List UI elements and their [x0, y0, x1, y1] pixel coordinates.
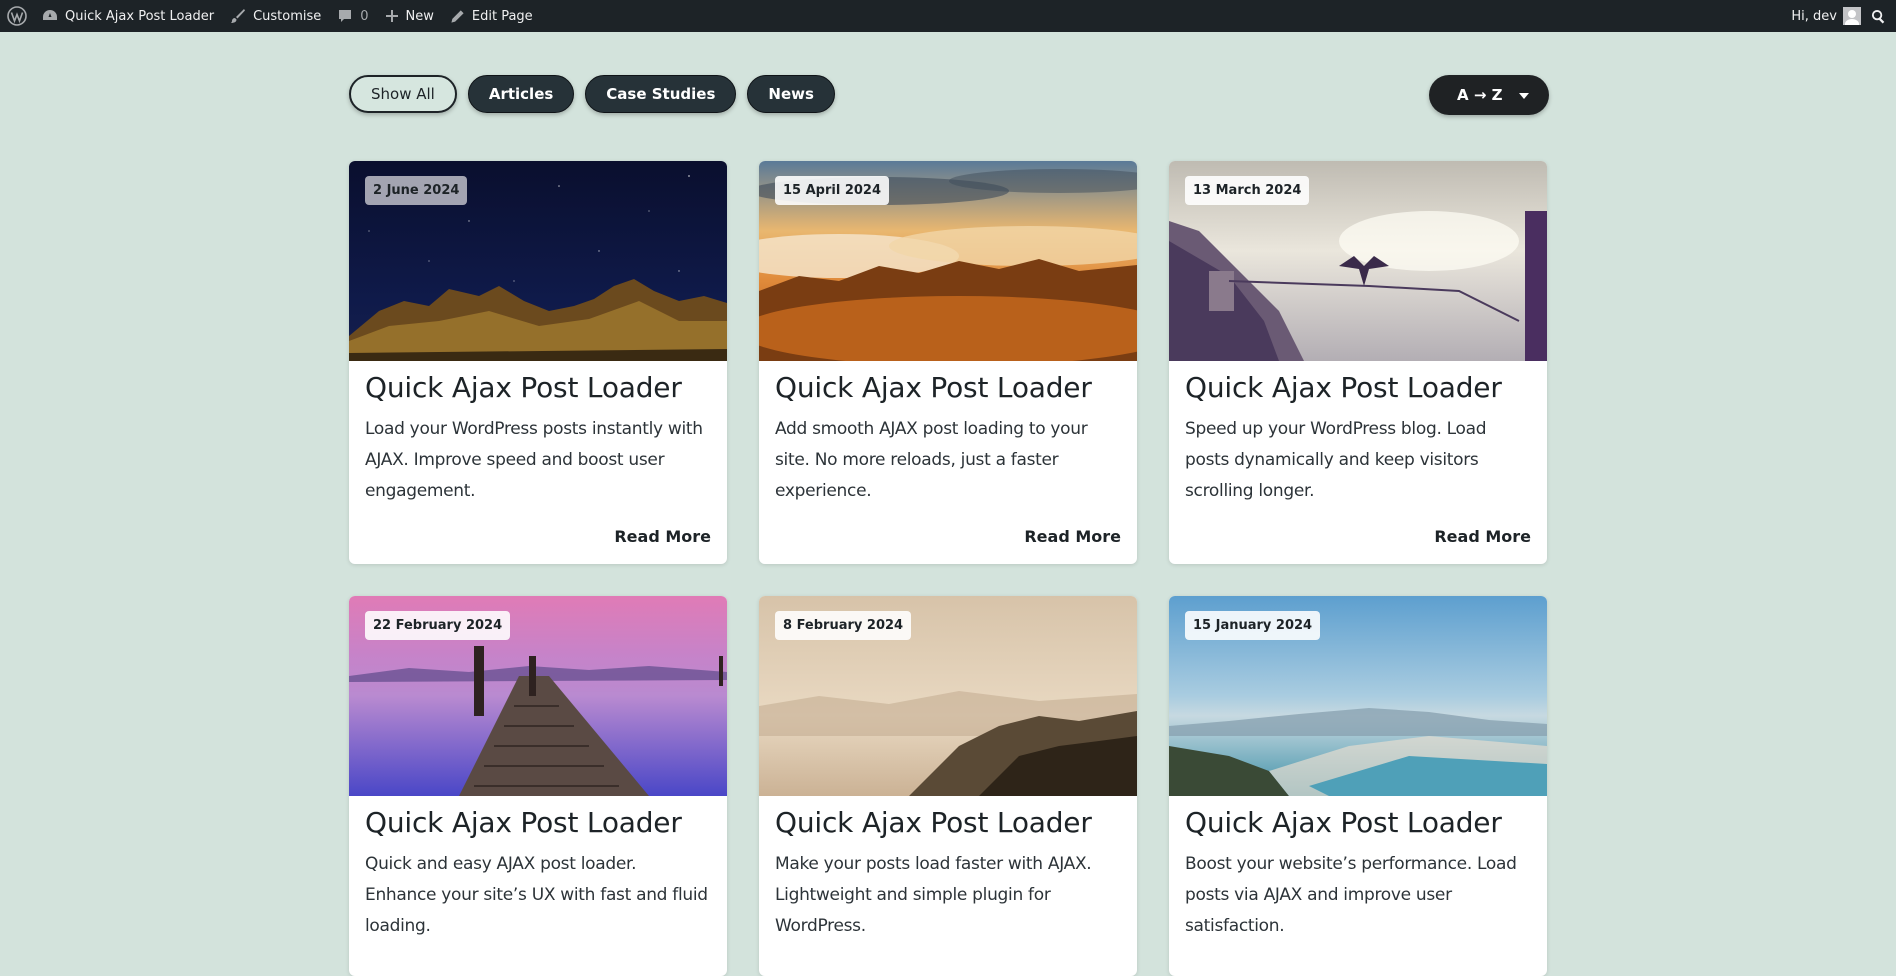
post-date-badge: 22 February 2024 [365, 611, 511, 640]
admin-bar-right: Hi, dev [1783, 0, 1896, 32]
post-title[interactable]: Quick Ajax Post Loader [775, 371, 1121, 404]
sort-order-label: A → Z [1457, 86, 1503, 104]
filter-case-studies-button[interactable]: Case Studies [585, 75, 737, 113]
site-name-label: Quick Ajax Post Loader [65, 8, 215, 24]
post-date-badge: 15 January 2024 [1185, 611, 1321, 640]
caret-down-icon [1519, 93, 1529, 99]
post-thumbnail[interactable]: 2 June 2024 [349, 161, 727, 361]
filter-show-all-button[interactable]: Show All [349, 75, 457, 113]
filter-news-button[interactable]: News [747, 75, 835, 113]
post-excerpt: Add smooth AJAX post loading to your sit… [775, 419, 1088, 501]
post-card: 15 April 2024 Quick Ajax Post Loader Add… [759, 161, 1137, 564]
new-label: New [405, 8, 434, 24]
post-excerpt: Make your posts load faster with AJAX. L… [775, 854, 1092, 936]
post-date-badge: 13 March 2024 [1185, 176, 1310, 205]
post-excerpt: Load your WordPress posts instantly with… [365, 419, 703, 501]
search-icon [1871, 9, 1885, 24]
post-date-badge: 8 February 2024 [775, 611, 912, 640]
post-title[interactable]: Quick Ajax Post Loader [775, 806, 1121, 839]
edit-page-link[interactable]: Edit Page [442, 0, 541, 32]
new-content-link[interactable]: New [377, 0, 442, 32]
brush-icon [231, 9, 246, 23]
read-more-link[interactable]: Read More [1434, 527, 1531, 546]
filter-articles-button[interactable]: Articles [467, 75, 575, 113]
admin-bar-left: Quick Ajax Post Loader Customise 0 New E… [0, 0, 541, 32]
wordpress-logo-icon[interactable] [0, 0, 34, 32]
sort-order-dropdown[interactable]: A → Z [1429, 75, 1549, 115]
greeting-label: Hi, dev [1791, 8, 1837, 24]
category-filter-bar: Show All Articles Case Studies News [349, 75, 835, 113]
plus-icon [385, 10, 398, 22]
post-thumbnail[interactable]: 8 February 2024 [759, 596, 1137, 796]
wp-admin-bar: Quick Ajax Post Loader Customise 0 New E… [0, 0, 1896, 32]
post-thumbnail[interactable]: 15 January 2024 [1169, 596, 1547, 796]
read-more-link[interactable]: Read More [1024, 527, 1121, 546]
site-name-link[interactable]: Quick Ajax Post Loader [34, 0, 222, 32]
post-card: 15 January 2024 Quick Ajax Post Loader B… [1169, 596, 1547, 976]
comments-count: 0 [360, 8, 369, 24]
post-title[interactable]: Quick Ajax Post Loader [1185, 371, 1531, 404]
post-date-badge: 2 June 2024 [365, 176, 468, 205]
comment-bubble-icon [339, 10, 352, 22]
dashboard-icon [43, 10, 57, 20]
post-card: 13 March 2024 Quick Ajax Post Loader Spe… [1169, 161, 1547, 564]
comments-link[interactable]: 0 [329, 0, 376, 32]
edit-page-label: Edit Page [471, 8, 533, 24]
customise-link[interactable]: Customise [222, 0, 329, 32]
post-title[interactable]: Quick Ajax Post Loader [365, 371, 711, 404]
post-excerpt: Quick and easy AJAX post loader. Enhance… [365, 854, 708, 936]
post-thumbnail[interactable]: 22 February 2024 [349, 596, 727, 796]
pencil-icon [451, 9, 464, 23]
post-card: 8 February 2024 Quick Ajax Post Loader M… [759, 596, 1137, 976]
post-excerpt: Boost your website’s performance. Load p… [1185, 854, 1517, 936]
post-card: 22 February 2024 Quick Ajax Post Loader … [349, 596, 727, 976]
post-date-badge: 15 April 2024 [775, 176, 890, 205]
post-title[interactable]: Quick Ajax Post Loader [1185, 806, 1531, 839]
my-account-link[interactable]: Hi, dev [1783, 0, 1865, 32]
post-excerpt: Speed up your WordPress blog. Load posts… [1185, 419, 1487, 501]
read-more-link[interactable]: Read More [614, 527, 711, 546]
post-title[interactable]: Quick Ajax Post Loader [365, 806, 711, 839]
post-thumbnail[interactable]: 13 March 2024 [1169, 161, 1547, 361]
post-thumbnail[interactable]: 15 April 2024 [759, 161, 1137, 361]
search-button[interactable] [1865, 0, 1896, 32]
customise-label: Customise [253, 8, 322, 24]
avatar [1843, 7, 1861, 25]
post-card: 2 June 2024 Quick Ajax Post Loader Load … [349, 161, 727, 564]
